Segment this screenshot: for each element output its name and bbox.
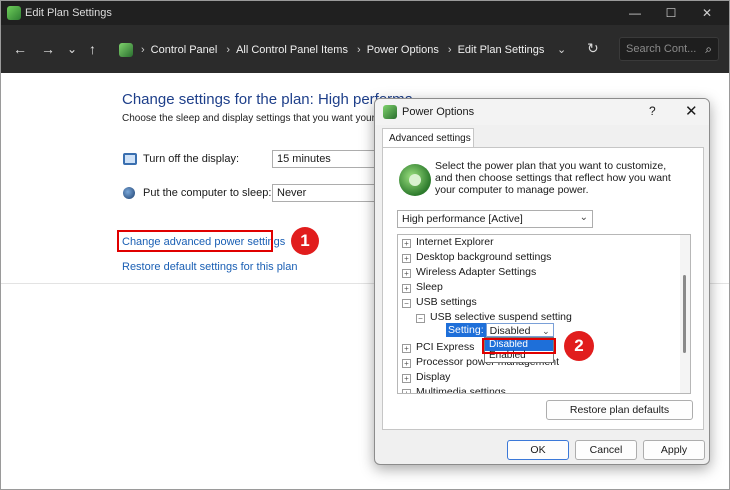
display-label: Turn off the display: bbox=[143, 153, 239, 165]
control-panel-icon bbox=[7, 6, 21, 20]
tree-item-pci-express[interactable]: + PCI Express bbox=[402, 340, 474, 355]
tree-item-label: Wireless Adapter Settings bbox=[416, 266, 537, 278]
sleep-icon bbox=[123, 187, 135, 199]
expand-icon[interactable]: + bbox=[402, 344, 411, 353]
breadcrumb-separator: › bbox=[226, 44, 231, 56]
address-dropdown-icon[interactable]: ⌄ bbox=[557, 43, 566, 56]
setting-value-select[interactable]: Disabled ⌄ bbox=[485, 323, 554, 337]
step-1-badge: 1 bbox=[291, 227, 319, 255]
apply-button[interactable]: Apply bbox=[643, 440, 705, 460]
forward-arrow-icon[interactable]: → bbox=[41, 41, 55, 57]
step-2-badge: 2 bbox=[564, 331, 594, 361]
power-plan-value: High performance [Active] bbox=[402, 213, 523, 225]
search-placeholder: Search Cont... bbox=[626, 43, 697, 55]
tree-item-label: Sleep bbox=[416, 281, 443, 293]
power-settings-icon bbox=[399, 164, 431, 196]
power-options-dialog: Power Options ? ✕ Advanced settings Sele… bbox=[374, 98, 710, 465]
page-title: Change settings for the plan: High perfo… bbox=[122, 91, 413, 108]
breadcrumb-edit-plan-settings[interactable]: Edit Plan Settings bbox=[458, 44, 545, 56]
tree-item-internet-explorer[interactable]: + Internet Explorer bbox=[402, 235, 494, 250]
title-bar: Edit Plan Settings — ☐ ✕ bbox=[1, 1, 729, 25]
restore-plan-defaults-button[interactable]: Restore plan defaults bbox=[546, 400, 693, 420]
tree-item-usb-settings[interactable]: − USB settings bbox=[402, 295, 477, 310]
tree-item-display[interactable]: + Display bbox=[402, 370, 450, 385]
close-button[interactable]: ✕ bbox=[689, 1, 725, 25]
tree-scrollbar[interactable] bbox=[680, 235, 690, 393]
dialog-description: Select the power plan that you want to c… bbox=[435, 160, 671, 196]
sleep-label: Put the computer to sleep: bbox=[143, 187, 272, 199]
refresh-icon[interactable]: ↻ bbox=[587, 40, 599, 57]
breadcrumb-separator: › bbox=[447, 44, 452, 56]
collapse-icon[interactable]: − bbox=[402, 299, 411, 308]
power-options-icon bbox=[383, 105, 397, 119]
setting-value: Disabled bbox=[489, 325, 531, 337]
tree-item-label: Multimedia settings bbox=[416, 386, 506, 394]
breadcrumb: › Control Panel › All Control Panel Items … bbox=[139, 44, 548, 56]
tree-item-label: PCI Express bbox=[416, 341, 475, 353]
expand-icon[interactable]: + bbox=[402, 254, 411, 263]
minimize-button[interactable]: — bbox=[617, 1, 653, 25]
breadcrumb-separator: › bbox=[141, 44, 145, 56]
control-panel-icon bbox=[119, 43, 133, 57]
back-arrow-icon[interactable]: ← bbox=[13, 41, 27, 57]
search-input[interactable]: Search Cont... ⌕ bbox=[619, 37, 719, 61]
tree-item-label: USB selective suspend setting bbox=[430, 311, 572, 323]
breadcrumb-control-panel[interactable]: Control Panel bbox=[151, 44, 218, 56]
recent-locations-icon[interactable]: ⌄ bbox=[67, 41, 77, 57]
dialog-title-bar: Power Options ? ✕ bbox=[375, 99, 709, 125]
tree-item-label: USB settings bbox=[416, 296, 477, 308]
restore-defaults-link[interactable]: Restore default settings for this plan bbox=[122, 261, 297, 273]
cancel-button[interactable]: Cancel bbox=[575, 440, 637, 460]
expand-icon[interactable]: + bbox=[402, 374, 411, 383]
expand-icon[interactable]: + bbox=[402, 239, 411, 248]
chevron-down-icon: ⌄ bbox=[542, 326, 550, 336]
highlight-box-disabled-option bbox=[482, 338, 556, 354]
address-toolbar: ← → ⌄ ↑ › Control Panel › All Control Pane… bbox=[1, 25, 729, 73]
help-button[interactable]: ? bbox=[649, 104, 656, 118]
expand-icon[interactable]: + bbox=[402, 269, 411, 278]
settings-tree: + Internet Explorer + Desktop background s… bbox=[397, 234, 691, 394]
address-bar[interactable]: › Control Panel › All Control Panel Items … bbox=[115, 38, 610, 62]
expand-icon[interactable]: + bbox=[402, 359, 411, 368]
expand-icon[interactable]: + bbox=[402, 284, 411, 293]
tree-item-wireless-adapter[interactable]: + Wireless Adapter Settings bbox=[402, 265, 536, 280]
dialog-title: Power Options bbox=[402, 106, 475, 118]
window-title: Edit Plan Settings bbox=[25, 7, 112, 19]
breadcrumb-power-options[interactable]: Power Options bbox=[367, 44, 439, 56]
maximize-button[interactable]: ☐ bbox=[653, 1, 689, 25]
tree-item-multimedia[interactable]: + Multimedia settings bbox=[402, 385, 506, 394]
chevron-down-icon: ⌄ bbox=[579, 212, 588, 223]
tree-item-desktop-background[interactable]: + Desktop background settings bbox=[402, 250, 551, 265]
collapse-icon[interactable]: − bbox=[416, 314, 425, 323]
tree-item-label: Internet Explorer bbox=[416, 236, 494, 248]
tree-item-label: Display bbox=[416, 371, 451, 383]
dialog-close-button[interactable]: ✕ bbox=[685, 102, 698, 120]
tree-item-sleep[interactable]: + Sleep bbox=[402, 280, 443, 295]
up-arrow-icon[interactable]: ↑ bbox=[89, 41, 96, 57]
highlight-box-advanced-link bbox=[117, 230, 273, 252]
expand-icon[interactable]: + bbox=[402, 389, 411, 393]
tab-advanced-settings[interactable]: Advanced settings bbox=[382, 128, 474, 148]
page-subtitle: Choose the sleep and display settings th… bbox=[122, 113, 375, 124]
search-icon[interactable]: ⌕ bbox=[705, 42, 712, 57]
breadcrumb-separator: › bbox=[357, 44, 361, 56]
edit-plan-settings-window: Edit Plan Settings — ☐ ✕ ← → ⌄ ↑ › Contro… bbox=[0, 0, 730, 490]
tree-item-label: Desktop background settings bbox=[416, 251, 552, 263]
scrollbar-thumb[interactable] bbox=[683, 275, 686, 353]
display-icon bbox=[123, 153, 137, 165]
setting-label: Setting: bbox=[446, 323, 486, 337]
ok-button[interactable]: OK bbox=[507, 440, 569, 460]
breadcrumb-all-items[interactable]: All Control Panel Items bbox=[236, 44, 348, 56]
power-plan-select[interactable]: High performance [Active] ⌄ bbox=[397, 210, 593, 228]
advanced-settings-panel: Select the power plan that you want to c… bbox=[382, 147, 704, 430]
usb-suspend-setting[interactable]: Setting: Disabled ⌄ bbox=[446, 323, 554, 337]
